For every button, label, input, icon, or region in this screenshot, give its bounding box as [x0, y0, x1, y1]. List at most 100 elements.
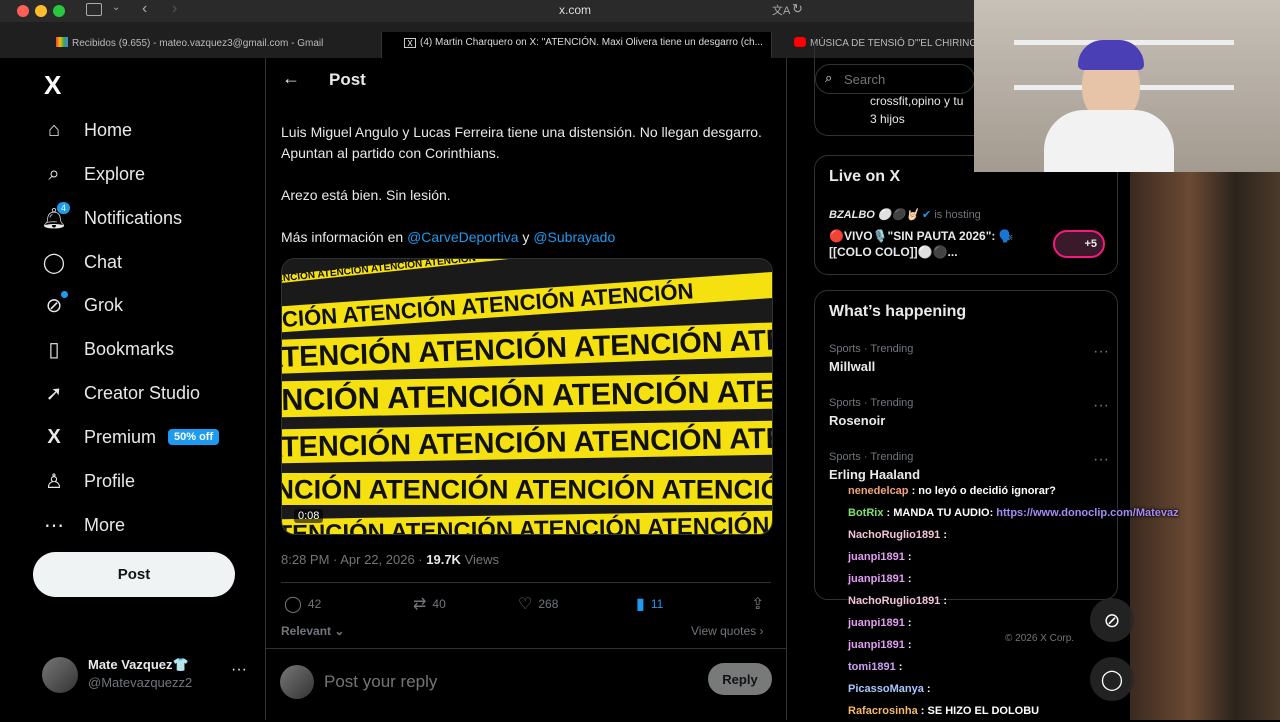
reply-composer: Reply [266, 648, 786, 720]
grok-icon: ⊘ [42, 291, 68, 317]
forward-nav-icon[interactable]: › [172, 0, 177, 18]
sidebar-item-notifications[interactable]: 🔔︎ 4 Notifications [41, 202, 183, 230]
listener-count: +5 [1084, 238, 1097, 250]
more-icon[interactable]: ··· [1093, 451, 1109, 469]
sidebar-toggle-icon[interactable] [86, 3, 102, 16]
repost-button[interactable]: ⇄ 40 [413, 594, 446, 614]
reply-input[interactable] [324, 669, 624, 695]
heart-icon: ♡ [518, 596, 533, 613]
chat-username: tomi1891 [848, 661, 896, 673]
more-icon[interactable]: ··· [1093, 397, 1109, 415]
chat-username: nenedelcap [848, 485, 909, 497]
page-title: Post [329, 70, 366, 89]
sidebar-item-label: Profile [84, 470, 136, 491]
post-timestamp[interactable]: 8:28 PM · Apr 22, 2026 · [281, 552, 426, 567]
close-window-button[interactable] [17, 5, 29, 17]
sort-dropdown[interactable]: Relevant ⌄ [281, 624, 344, 638]
bookmark-icon: ▮ [636, 596, 645, 613]
translate-icon[interactable]: 文A [772, 2, 790, 18]
view-quotes-link[interactable]: View quotes › [691, 624, 764, 638]
reply-button[interactable]: Reply [708, 663, 772, 695]
discount-badge: 50% off [168, 429, 220, 445]
sort-label: Relevant [281, 624, 332, 638]
chat-message: juanpi1891 : [848, 546, 1228, 568]
bookmark-icon: ▯ [48, 338, 60, 361]
zoom-window-button[interactable] [53, 5, 65, 17]
reload-icon[interactable]: ↻ [792, 1, 803, 17]
bookmark-button[interactable]: ▮ 11 [636, 594, 663, 614]
view-quotes-label: View quotes [691, 624, 757, 638]
sidebar-item-label: Grok [84, 294, 124, 315]
live-stream-title[interactable]: 🔴VIVO🎙️"SIN PAUTA 2026": 🗣️ [[COLO COLO]… [829, 228, 1044, 260]
live-title: Live on X [829, 168, 901, 185]
url-bar[interactable]: x.com [340, 1, 810, 19]
live-card: Live on X BZALBO ⚪⚫🤘🏻 ✔ is hosting 🔴VIVO… [814, 155, 1118, 275]
chat-message: nenedelcap : no leyó o decidió ignorar? [848, 480, 1228, 502]
sidebar-item-label: Notifications [84, 207, 183, 228]
more-icon[interactable]: ··· [1093, 343, 1109, 361]
post-button[interactable]: Post [33, 552, 235, 597]
account-handle: @Matevazquezz2 [88, 675, 193, 690]
mention-link[interactable]: @CarveDeportiva [407, 229, 518, 245]
video-player[interactable]: ATENCIÓN ATENCIÓN ATENCIÓN ATENCIÓN ATEN… [281, 258, 773, 535]
chat-text: : [895, 661, 903, 673]
streamer-shirt [1044, 110, 1174, 172]
sidebar-item-home[interactable]: ⌂ Home [42, 118, 132, 142]
chat-text: : [923, 683, 931, 695]
more-circle-icon: ⋯ [44, 514, 64, 537]
sidebar-item-explore[interactable]: ⌕ Explore [42, 162, 145, 186]
sidebar-item-grok[interactable]: ⊘ Grok [42, 291, 124, 317]
back-arrow-icon[interactable]: ← [282, 68, 300, 89]
chat-text: : no leyó o decidió ignorar? [908, 485, 1056, 497]
chat-username: juanpi1891 [848, 617, 905, 629]
chat-text: : [904, 639, 912, 651]
post-paragraph: Arezo está bien. Sin lesión. [281, 187, 451, 203]
chat-message: juanpi1891 : [848, 634, 1228, 656]
streamer-cap [1078, 40, 1144, 70]
sidebar-item-chat[interactable]: ◯ Chat [42, 250, 122, 274]
trend-item[interactable]: Sports · Trending Erling Haaland ··· [829, 451, 1109, 482]
tab-x-post[interactable]: X (4) Martin Charquero on X: "ATENCIÓN. M… [382, 32, 772, 58]
chat-username: NachoRuglio1891 [848, 529, 941, 541]
text-fragment: y [518, 229, 534, 245]
like-button[interactable]: ♡ 268 [518, 594, 558, 614]
hosting-label: is hosting [934, 209, 981, 221]
account-switcher[interactable]: Mate Vazquez👕 @Matevazquezz2 ··· [42, 655, 252, 695]
share-icon: ⇪ [751, 596, 765, 613]
share-button[interactable]: ⇪ [751, 594, 764, 614]
person-icon: ♙ [45, 470, 63, 493]
reply-button[interactable]: ◯ 42 [284, 594, 321, 614]
views-label: Views [460, 552, 500, 567]
verified-icon: ✔ [922, 209, 932, 221]
reply-count: 42 [307, 597, 322, 611]
chevron-down-icon[interactable]: ⌄ [112, 2, 120, 13]
avatar [42, 657, 78, 693]
sidebar-item-bookmarks[interactable]: ▯ Bookmarks [42, 337, 174, 361]
chat-floating-button[interactable]: ◯ [1090, 657, 1134, 701]
sidebar-item-creator-studio[interactable]: ➚ Creator Studio [42, 381, 200, 405]
minimize-window-button[interactable] [35, 5, 47, 17]
chat-link[interactable]: https://www.donoclip.com/Matevaz [996, 507, 1178, 519]
trend-item[interactable]: Sports · Trending Millwall ··· [829, 343, 1109, 374]
more-icon[interactable]: ··· [231, 661, 247, 679]
tab-gmail[interactable]: Recibidos (9.655) - mateo.vazquez3@gmail… [0, 32, 382, 58]
grok-floating-button[interactable]: ⊘ [1090, 598, 1134, 642]
post-header: ← Post [266, 58, 786, 102]
live-host-line[interactable]: BZALBO ⚪⚫🤘🏻 ✔ is hosting [829, 208, 981, 221]
tab-label: Recibidos (9.655) - mateo.vazquez3@gmail… [72, 38, 324, 49]
rocket-icon: ➚ [45, 382, 63, 405]
attention-tape-image: ATENCIÓN ATENCIÓN ATENCIÓN ATENCIÓN ATEN… [282, 259, 772, 534]
sidebar-item-more[interactable]: ⋯ More [42, 513, 125, 537]
gmail-icon [56, 37, 68, 47]
sidebar-item-profile[interactable]: ♙ Profile [42, 469, 135, 493]
listeners-pill[interactable]: +5 [1053, 230, 1105, 258]
bio-snippet: 3 hijos [870, 112, 905, 126]
chat-username: juanpi1891 [848, 639, 905, 651]
sidebar-item-premium[interactable]: X Premium 50% off [42, 425, 220, 449]
sidebar-item-label: Explore [84, 163, 146, 184]
post-actions: ◯ 42 ⇄ 40 ♡ 268 ▮ 11 ⇪ [281, 594, 771, 616]
back-nav-icon[interactable]: ‹ [142, 0, 147, 18]
video-duration: 0:08 [294, 509, 324, 523]
trend-item[interactable]: Sports · Trending Rosenoir ··· [829, 397, 1109, 428]
mention-link[interactable]: @Subrayado [533, 229, 615, 245]
